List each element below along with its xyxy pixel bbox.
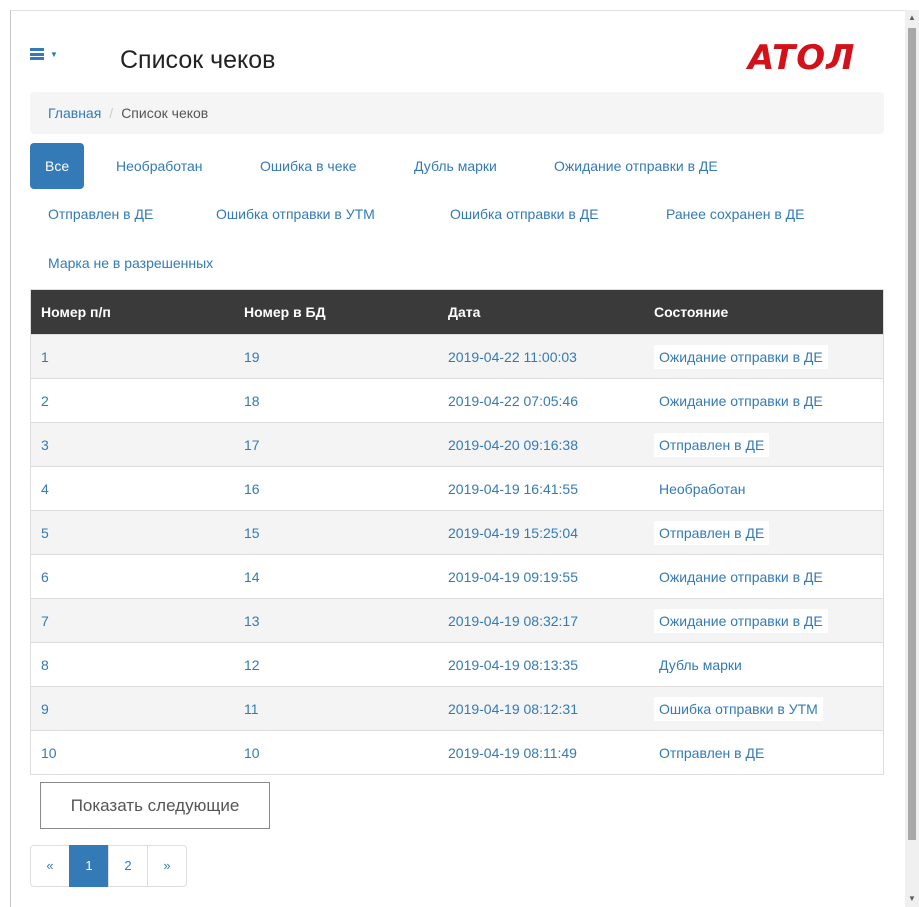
cell-date[interactable]: 2019-04-19 08:12:31: [438, 686, 644, 731]
cell-status[interactable]: Отправлен в ДЕ: [644, 730, 883, 774]
cell-status[interactable]: Ожидание отправки в ДЕ: [644, 554, 883, 599]
status-label: Ожидание отправки в ДЕ: [654, 564, 828, 589]
cell-index[interactable]: 2: [31, 378, 234, 423]
cell-index[interactable]: 10: [31, 730, 234, 774]
caret-down-icon: ▼: [50, 49, 58, 59]
status-label: Отправлен в ДЕ: [654, 740, 770, 765]
cell-index[interactable]: 9: [31, 686, 234, 731]
column-header-status[interactable]: Состояние: [644, 290, 883, 335]
breadcrumb-current: Список чеков: [121, 105, 209, 121]
cell-date[interactable]: 2019-04-22 07:05:46: [438, 378, 644, 423]
scroll-thumb[interactable]: [908, 28, 916, 840]
cell-date[interactable]: 2019-04-19 09:19:55: [438, 554, 644, 599]
cell-status[interactable]: Отправлен в ДЕ: [644, 422, 883, 467]
scroll-up-arrow-icon[interactable]: ▲: [905, 10, 919, 26]
pagination-page-2[interactable]: 2: [108, 845, 148, 887]
cell-db-id[interactable]: 10: [234, 730, 438, 774]
cell-date[interactable]: 2019-04-19 15:25:04: [438, 510, 644, 555]
filter-tab-sent[interactable]: Отправлен в ДЕ: [48, 191, 153, 237]
cell-date[interactable]: 2019-04-19 08:32:17: [438, 598, 644, 643]
filter-tab-duplicate-mark[interactable]: Дубль марки: [414, 143, 497, 189]
cell-db-id[interactable]: 12: [234, 642, 438, 687]
filter-tab-mark-not-allowed[interactable]: Марка не в разрешенных: [48, 240, 213, 286]
cell-date[interactable]: 2019-04-22 11:00:03: [438, 334, 644, 379]
filter-tab-all[interactable]: Все: [30, 143, 85, 189]
status-label: Ожидание отправки в ДЕ: [654, 344, 828, 369]
cell-db-id[interactable]: 17: [234, 422, 438, 467]
pagination-next[interactable]: »: [147, 845, 187, 887]
cell-index[interactable]: 4: [31, 466, 234, 511]
cell-date[interactable]: 2019-04-19 08:11:49: [438, 730, 644, 774]
status-label: Отправлен в ДЕ: [654, 520, 770, 545]
table-row[interactable]: 6 14 2019-04-19 09:19:55 Ожидание отправки …: [31, 554, 883, 599]
pagination-page-1[interactable]: 1: [69, 845, 109, 887]
pagination: « 1 2 »: [30, 845, 187, 887]
table-row[interactable]: 9 11 2019-04-19 08:12:31 Ошибка отправки в …: [31, 686, 883, 731]
cell-db-id[interactable]: 19: [234, 334, 438, 379]
receipts-table: Номер п/п Номер в БД Дата Состояние 1 19 2…: [30, 289, 884, 775]
cell-status[interactable]: Ошибка отправки в УТМ: [644, 686, 883, 731]
cell-index[interactable]: 5: [31, 510, 234, 555]
status-label: Отправлен в ДЕ: [654, 432, 770, 457]
cell-date[interactable]: 2019-04-19 16:41:55: [438, 466, 644, 511]
filter-tab-utm-error[interactable]: Ошибка отправки в УТМ: [216, 191, 375, 237]
filter-tab-previously-saved[interactable]: Ранее сохранен в ДЕ: [666, 191, 805, 237]
cell-db-id[interactable]: 11: [234, 686, 438, 731]
status-label: Ожидание отправки в ДЕ: [654, 608, 828, 633]
column-header-db-id[interactable]: Номер в БД: [234, 290, 438, 335]
scroll-down-arrow-icon[interactable]: ▼: [905, 891, 919, 907]
page-title: Список чеков: [120, 46, 276, 74]
breadcrumb: Главная / Список чеков: [30, 92, 884, 134]
cell-status[interactable]: Дубль марки: [644, 642, 883, 687]
cell-index[interactable]: 6: [31, 554, 234, 599]
cell-date[interactable]: 2019-04-19 08:13:35: [438, 642, 644, 687]
cell-status[interactable]: Необработан: [644, 466, 883, 511]
atol-logo: ATOЛ: [748, 38, 856, 78]
table-row[interactable]: 4 16 2019-04-19 16:41:55 Необработан: [31, 466, 883, 511]
table-row[interactable]: 8 12 2019-04-19 08:13:35 Дубль марки: [31, 642, 883, 687]
cell-status[interactable]: Ожидание отправки в ДЕ: [644, 378, 883, 423]
breadcrumb-home-link[interactable]: Главная: [48, 105, 101, 121]
cell-db-id[interactable]: 18: [234, 378, 438, 423]
show-more-button[interactable]: Показать следующие: [40, 782, 270, 829]
menu-toggle-button[interactable]: ▼: [30, 48, 58, 60]
filter-tab-send-error[interactable]: Ошибка отправки в ДЕ: [450, 191, 599, 237]
status-label: Дубль марки: [654, 652, 747, 677]
cell-index[interactable]: 8: [31, 642, 234, 687]
status-label: Ошибка отправки в УТМ: [654, 696, 823, 721]
cell-db-id[interactable]: 15: [234, 510, 438, 555]
table-row[interactable]: 3 17 2019-04-20 09:16:38 Отправлен в ДЕ: [31, 422, 883, 467]
table-row[interactable]: 1 19 2019-04-22 11:00:03 Ожидание отправки …: [31, 334, 883, 379]
filter-tab-awaiting-send[interactable]: Ожидание отправки в ДЕ: [554, 143, 718, 189]
table-header-row: Номер п/п Номер в БД Дата Состояние: [31, 290, 883, 335]
cell-status[interactable]: Ожидание отправки в ДЕ: [644, 334, 883, 379]
vertical-scrollbar[interactable]: ▲ ▼: [905, 10, 919, 907]
table-row[interactable]: 2 18 2019-04-22 07:05:46 Ожидание отправки …: [31, 378, 883, 423]
cell-date[interactable]: 2019-04-20 09:16:38: [438, 422, 644, 467]
cell-index[interactable]: 1: [31, 334, 234, 379]
filter-tab-unprocessed[interactable]: Необработан: [116, 143, 203, 189]
column-header-index[interactable]: Номер п/п: [31, 290, 234, 335]
pagination-prev[interactable]: «: [30, 845, 70, 887]
cell-db-id[interactable]: 16: [234, 466, 438, 511]
cell-db-id[interactable]: 13: [234, 598, 438, 643]
table-row[interactable]: 10 10 2019-04-19 08:11:49 Отправлен в ДЕ: [31, 730, 883, 774]
hamburger-icon: [30, 48, 44, 60]
cell-status[interactable]: Ожидание отправки в ДЕ: [644, 598, 883, 643]
status-label: Необработан: [654, 476, 751, 501]
breadcrumb-separator: /: [109, 105, 114, 121]
cell-index[interactable]: 3: [31, 422, 234, 467]
column-header-date[interactable]: Дата: [438, 290, 644, 335]
cell-db-id[interactable]: 14: [234, 554, 438, 599]
table-row[interactable]: 7 13 2019-04-19 08:32:17 Ожидание отправки …: [31, 598, 883, 643]
table-row[interactable]: 5 15 2019-04-19 15:25:04 Отправлен в ДЕ: [31, 510, 883, 555]
status-label: Ожидание отправки в ДЕ: [654, 388, 828, 413]
filter-tab-receipt-error[interactable]: Ошибка в чеке: [260, 143, 357, 189]
cell-status[interactable]: Отправлен в ДЕ: [644, 510, 883, 555]
cell-index[interactable]: 7: [31, 598, 234, 643]
